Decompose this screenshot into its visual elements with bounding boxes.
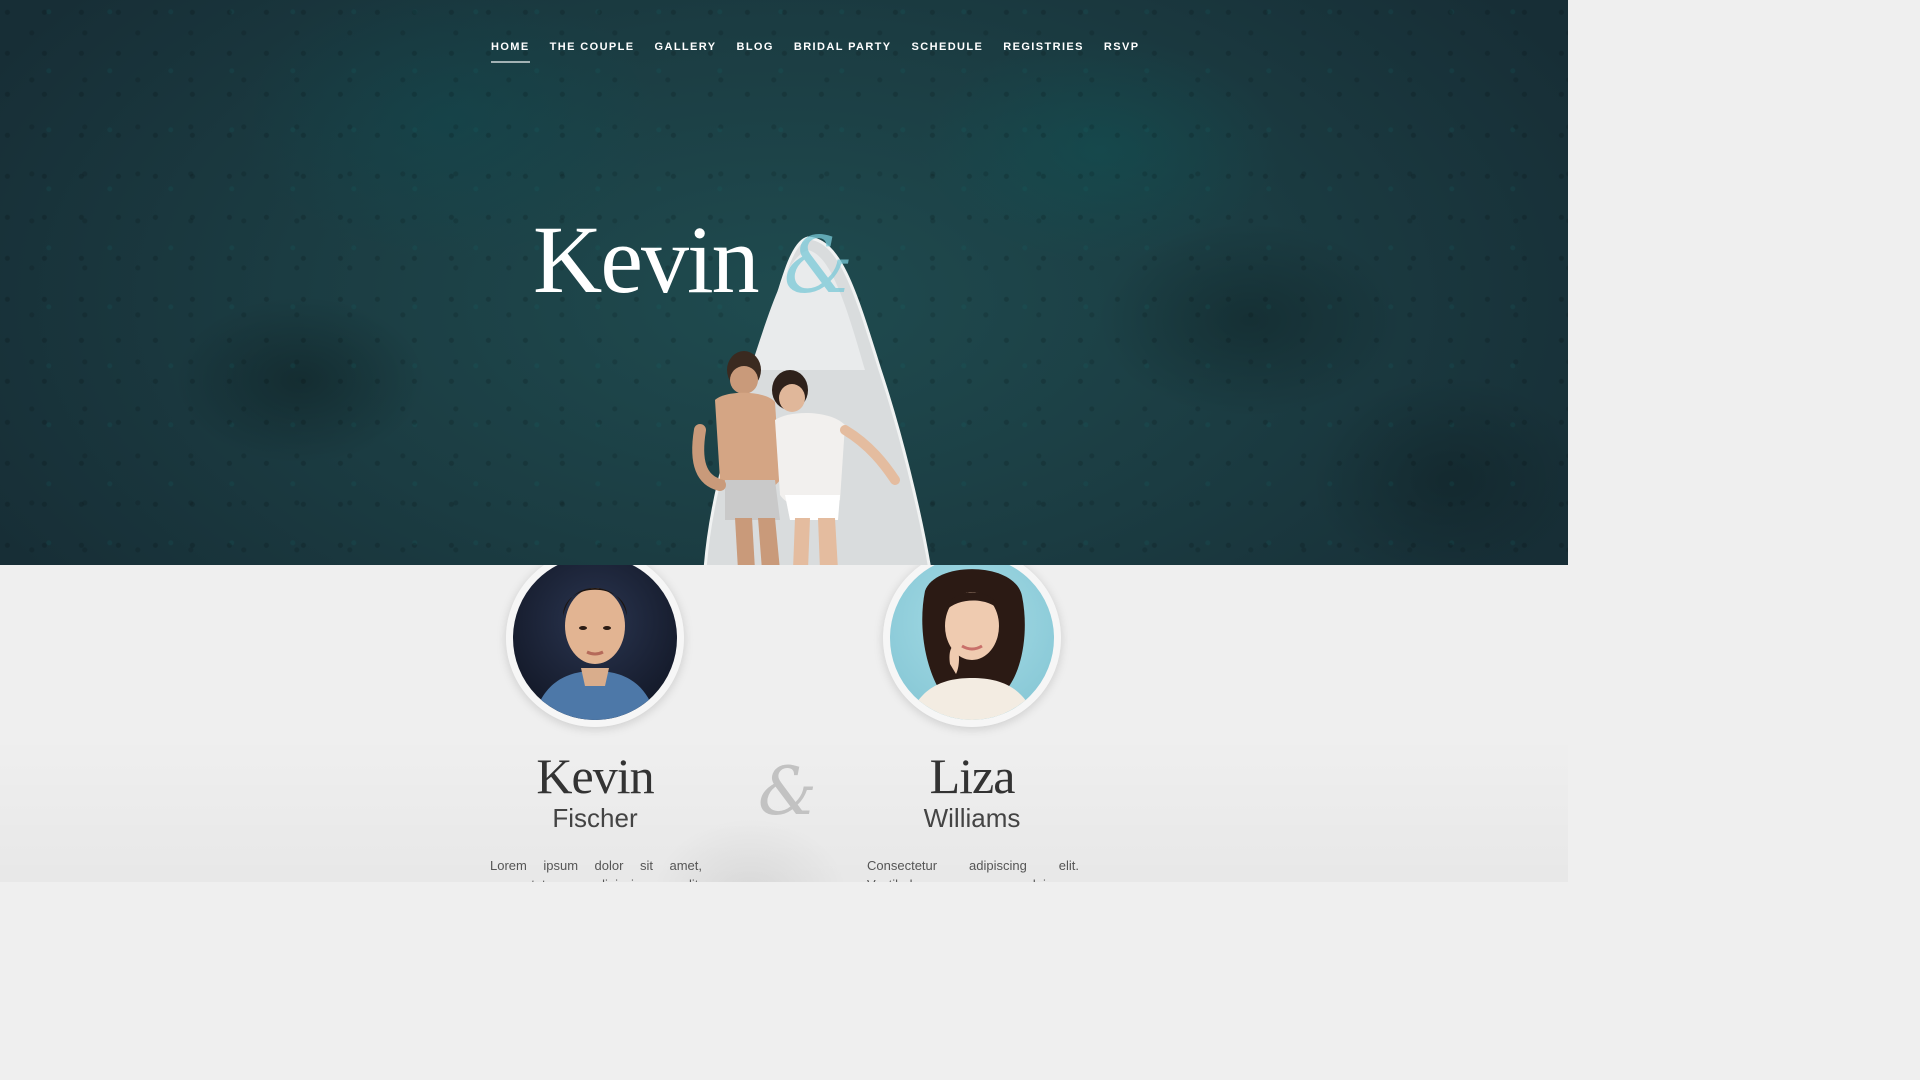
couple-section: Kevin Fischer Lorem ipsum dolor sit amet… [0,565,1568,882]
main-nav: HOME THE COUPLE GALLERY BLOG BRIDAL PART… [491,41,1139,63]
groom-last-name: Fischer [552,803,638,833]
nav-blog[interactable]: BLOG [736,41,773,63]
groom-first-name: Kevin [536,748,654,804]
groom-bio: Lorem ipsum dolor sit amet, consectetur … [490,858,702,882]
nav-schedule[interactable]: SCHEDULE [912,41,984,63]
bride-card: Liza Williams Consectetur adipiscing eli… [857,565,1087,882]
bride-last-name: Williams [923,803,1021,833]
hero-first-name: Kevin [533,206,760,313]
bride-first-name: Liza [929,748,1016,804]
nav-the-couple[interactable]: THE COUPLE [550,41,635,63]
groom-portrait [533,588,657,720]
nav-gallery[interactable]: GALLERY [655,41,717,63]
hero-ampersand: & [783,221,854,311]
bride-portrait [908,569,1036,720]
hero-banner: HOME THE COUPLE GALLERY BLOG BRIDAL PART… [0,0,1568,565]
groom-card: Kevin Fischer Lorem ipsum dolor sit amet… [480,565,710,882]
nav-home[interactable]: HOME [491,41,530,63]
couple-ampersand: & [758,753,817,830]
nav-bridal-party[interactable]: BRIDAL PARTY [794,41,892,63]
groom-avatar[interactable] [506,565,684,727]
bride-bio: Consectetur adipiscing elit. Vestibulum … [867,858,1079,882]
nav-registries[interactable]: REGISTRIES [1003,41,1084,63]
hero-title: Kevin & [533,212,853,308]
bride-avatar[interactable] [883,565,1061,727]
nav-rsvp[interactable]: RSVP [1104,41,1140,63]
